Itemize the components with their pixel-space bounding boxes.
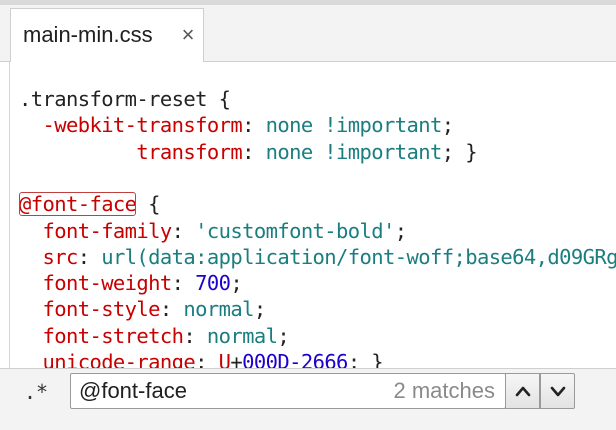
- status-strip: [0, 414, 616, 430]
- search-bar: .* 2 matches: [0, 368, 616, 414]
- code-token: font-weight: [19, 271, 172, 296]
- regex-toggle-button[interactable]: .*: [22, 377, 50, 407]
- search-input[interactable]: [79, 374, 369, 408]
- match-count: 2 matches: [393, 378, 496, 403]
- code-token: 'customfont-bold': [195, 218, 395, 243]
- code-token: -webkit-transform: [19, 113, 243, 138]
- code-token: :: [159, 297, 184, 322]
- code-token: U: [218, 350, 231, 368]
- search-match-highlight: @font-face: [19, 192, 137, 217]
- close-icon[interactable]: ×: [177, 22, 199, 48]
- code-token: ; }: [441, 139, 478, 164]
- search-field[interactable]: 2 matches: [70, 373, 506, 409]
- code-line: @font-face {: [19, 191, 161, 217]
- code-token: :: [242, 139, 266, 164]
- next-match-button[interactable]: [540, 373, 575, 409]
- code-token: none !important: [265, 139, 443, 164]
- editor-gutter-divider: [9, 62, 10, 368]
- code-token: ; }: [347, 350, 384, 368]
- code-line: unicode-range: U+000D-2666; }: [19, 349, 383, 368]
- code-line: src: url(data:application/font-woff;base…: [19, 244, 616, 270]
- code-token: +: [230, 350, 243, 368]
- code-line: font-stretch: normal;: [19, 323, 289, 349]
- code-token: :: [77, 244, 102, 269]
- previous-match-button[interactable]: [505, 373, 540, 409]
- code-token: :: [171, 218, 196, 243]
- code-token: unicode-range: [19, 350, 196, 368]
- code-token: font-style: [19, 297, 160, 322]
- code-line: font-family: 'customfont-bold';: [19, 218, 407, 244]
- code-editor[interactable]: .transform-reset { -webkit-transform: no…: [0, 62, 616, 368]
- code-token: ;: [230, 271, 243, 296]
- code-token: transform: [19, 139, 243, 164]
- code-line: .transform-reset {: [19, 86, 231, 112]
- code-token: ;: [277, 323, 290, 348]
- code-token: font-stretch: [19, 323, 184, 348]
- code-line: transform: none !important; }: [19, 139, 477, 165]
- code-token: ;: [253, 297, 266, 322]
- code-token: :: [242, 113, 266, 138]
- tab-strip-top-border: [0, 0, 616, 5]
- code-token: normal: [183, 297, 254, 322]
- code-token: :: [183, 323, 207, 348]
- code-token: src: [19, 244, 78, 269]
- chevron-up-icon: [515, 386, 530, 397]
- code-line: font-weight: 700;: [19, 270, 242, 296]
- code-token: .transform-reset {: [19, 87, 231, 111]
- file-tab-main-min-css[interactable]: main-min.css ×: [10, 8, 204, 63]
- code-token: none !important: [265, 113, 443, 138]
- chevron-down-icon: [550, 386, 565, 397]
- tab-label: main-min.css: [23, 22, 153, 47]
- code-token: ;: [394, 218, 407, 243]
- code-token: font-family: [19, 218, 172, 243]
- code-token: ;: [441, 113, 454, 138]
- code-token: :: [171, 271, 196, 296]
- tab-strip: main-min.css ×: [0, 0, 616, 63]
- code-line: font-style: normal;: [19, 296, 266, 322]
- code-token: normal: [206, 323, 278, 348]
- code-line: -webkit-transform: none !important;: [19, 112, 454, 138]
- code-token: 000D-2666: [242, 350, 348, 368]
- code-token: url(data:application/font-woff;base64,d0…: [101, 244, 616, 269]
- code-token: :: [195, 350, 219, 368]
- code-token: 700: [195, 271, 231, 296]
- code-token: {: [136, 192, 160, 217]
